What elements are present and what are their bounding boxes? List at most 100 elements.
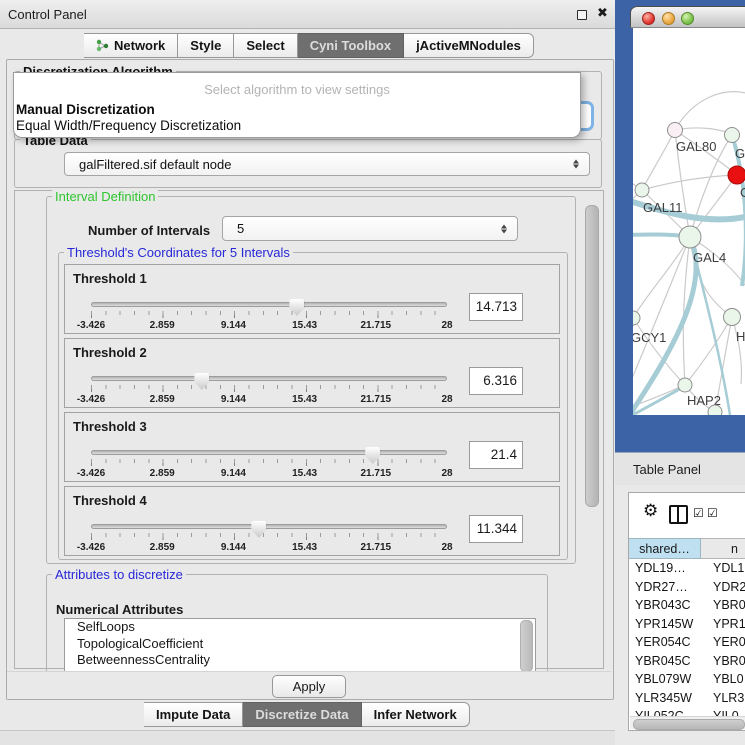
table-row[interactable]: YDR27… YDR2 bbox=[629, 578, 745, 597]
slider-track[interactable] bbox=[91, 524, 447, 529]
network-node[interactable] bbox=[708, 405, 722, 415]
cell-name: YBR0 bbox=[701, 598, 745, 612]
network-node[interactable] bbox=[728, 166, 745, 184]
top-tab[interactable]: Cyni Toolbox bbox=[298, 33, 404, 58]
scale-tick-label: -3.426 bbox=[77, 542, 105, 553]
network-node-label: GAL80 bbox=[676, 139, 716, 154]
threshold-panel: Threshold 3 -3.426 2.859 9.144 bbox=[64, 412, 560, 482]
column-header-shared-name[interactable]: shared… bbox=[629, 538, 701, 559]
table-horizontal-scrollbar[interactable] bbox=[630, 716, 745, 729]
threshold-slider[interactable]: -3.426 2.859 9.144 15.43 21.715 28 bbox=[91, 293, 447, 333]
bottom-tab[interactable]: Discretize Data bbox=[243, 702, 361, 727]
scale-tick-label: 15.43 bbox=[292, 468, 317, 479]
attribute-list-item[interactable]: TopologicalCoefficient bbox=[65, 636, 535, 653]
top-tab[interactable]: Network bbox=[84, 33, 178, 58]
network-node[interactable] bbox=[724, 309, 741, 326]
apply-button[interactable]: Apply bbox=[272, 675, 346, 698]
hscrollbar-thumb[interactable] bbox=[633, 719, 745, 730]
cell-name: YBL0 bbox=[701, 672, 744, 686]
table-row[interactable]: YBR045C YBR0 bbox=[629, 652, 745, 671]
top-tab-label: Cyni Toolbox bbox=[310, 38, 391, 53]
table-data-combobox[interactable]: galFiltered.sif default node bbox=[64, 152, 590, 176]
network-node[interactable] bbox=[725, 128, 740, 143]
scale-tick-label: 21.715 bbox=[361, 320, 392, 331]
close-window-button[interactable] bbox=[642, 12, 655, 25]
network-window-titlebar[interactable] bbox=[630, 6, 745, 28]
table-row[interactable]: YER054C YER0 bbox=[629, 633, 745, 652]
columns-icon[interactable] bbox=[669, 505, 688, 524]
slider-track[interactable] bbox=[91, 302, 447, 307]
table-row[interactable]: YPR145W YPR1 bbox=[629, 615, 745, 634]
table-row[interactable]: YDL19… YDL1 bbox=[629, 559, 745, 578]
network-node[interactable] bbox=[679, 226, 701, 248]
dropdown-option[interactable]: Equal Width/Frequency Discretization bbox=[16, 118, 576, 134]
interval-definition-title: Interval Definition bbox=[52, 189, 158, 204]
table-row[interactable]: YBR043C YBR0 bbox=[629, 596, 745, 615]
app-root: Control Panel ✖ Network bbox=[0, 0, 745, 745]
close-panel-icon[interactable]: ✖ bbox=[597, 6, 608, 21]
zoom-window-button[interactable] bbox=[681, 12, 694, 25]
minimize-window-button[interactable] bbox=[662, 12, 675, 25]
top-tab[interactable]: Select bbox=[234, 33, 297, 58]
combo-arrows-icon bbox=[501, 224, 507, 233]
scale-tick-label: 2.859 bbox=[150, 394, 175, 405]
slider-minor-ticks bbox=[91, 533, 449, 537]
network-node[interactable] bbox=[668, 123, 683, 138]
table-panel-title: Table Panel bbox=[633, 462, 701, 477]
scale-tick-label: 2.859 bbox=[150, 542, 175, 553]
cell-shared-name: YLR345W bbox=[629, 691, 701, 705]
top-tab-label: Network bbox=[114, 38, 165, 53]
column-header-name[interactable]: n bbox=[701, 538, 745, 559]
top-tab[interactable]: jActiveMNodules bbox=[404, 33, 534, 58]
table-row[interactable]: YBL079W YBL0 bbox=[629, 670, 745, 689]
numerical-attributes-label: Numerical Attributes bbox=[56, 602, 183, 617]
bottom-tab[interactable]: Infer Network bbox=[362, 702, 470, 727]
dropdown-option[interactable]: Manual Discretization bbox=[16, 102, 576, 118]
scale-tick-label: -3.426 bbox=[77, 320, 105, 331]
scale-tick-label: 9.144 bbox=[221, 394, 246, 405]
threshold-panel: Threshold 1 -3.426 2.859 9.144 bbox=[64, 264, 560, 334]
vertical-scrollbar[interactable] bbox=[585, 205, 599, 507]
network-node[interactable] bbox=[635, 183, 649, 197]
slider-track[interactable] bbox=[91, 450, 447, 455]
scale-tick-label: 2.859 bbox=[150, 468, 175, 479]
attribute-list-item[interactable]: SelfLoops bbox=[65, 619, 535, 636]
network-nodes[interactable]: GAL80GCGAL11GAL4GCY1HHAP2 bbox=[633, 123, 745, 416]
scale-tick-label: 9.144 bbox=[221, 542, 246, 553]
table-row[interactable]: YLR345W YLR3 bbox=[629, 689, 745, 708]
threshold-slider[interactable]: -3.426 2.859 9.144 15.43 21.715 28 bbox=[91, 367, 447, 407]
bottom-tab-label: Impute Data bbox=[156, 707, 230, 722]
network-node[interactable] bbox=[633, 311, 640, 325]
checkbox-icon[interactable]: ☑ bbox=[707, 506, 718, 520]
cell-shared-name: YDR27… bbox=[629, 580, 701, 594]
bottom-tab[interactable]: Impute Data bbox=[144, 702, 243, 727]
node-table: ⚙ ☑ ☑ shared… n YDL19… YDL1 YDR27… YDR2 bbox=[628, 492, 745, 731]
checkbox-icon[interactable]: ☑ bbox=[693, 506, 704, 520]
attribute-list-item[interactable]: BetweennessCentrality bbox=[65, 652, 535, 669]
network-canvas[interactable]: GAL80GCGAL11GAL4GCY1HHAP2 bbox=[633, 28, 745, 415]
table-panel-titlebar: Table Panel bbox=[615, 452, 745, 487]
status-strip bbox=[0, 730, 615, 745]
threshold-value-field[interactable]: 6.316 bbox=[469, 367, 523, 395]
threshold-slider[interactable]: -3.426 2.859 9.144 15.43 21.715 28 bbox=[91, 515, 447, 555]
threshold-value-field[interactable]: 14.713 bbox=[469, 293, 523, 321]
attributes-list-scrollbar[interactable] bbox=[520, 620, 533, 672]
slider-track[interactable] bbox=[91, 376, 447, 381]
top-tab[interactable]: Style bbox=[178, 33, 234, 58]
dropdown-hint-item[interactable]: Select algorithm to view settings bbox=[14, 82, 580, 97]
threshold-value-field[interactable]: 11.344 bbox=[469, 515, 523, 543]
thresholds-group-title: Threshold's Coordinates for 5 Intervals bbox=[64, 245, 293, 260]
threshold-value-field[interactable]: 21.4 bbox=[469, 441, 523, 469]
network-node-label: C bbox=[740, 185, 745, 200]
network-node-label: GAL11 bbox=[643, 200, 683, 215]
network-node[interactable] bbox=[678, 378, 692, 392]
number-of-intervals-combobox[interactable]: 5 bbox=[222, 216, 518, 241]
cell-shared-name: YPR145W bbox=[629, 617, 701, 631]
slider-scale: -3.426 2.859 9.144 15.43 21.715 28 bbox=[91, 394, 447, 407]
network-icon bbox=[96, 39, 109, 52]
gear-icon[interactable]: ⚙ bbox=[643, 501, 658, 521]
threshold-slider[interactable]: -3.426 2.859 9.144 15.43 21.715 28 bbox=[91, 441, 447, 481]
network-node-label: G bbox=[735, 146, 745, 161]
scale-tick-label: 21.715 bbox=[361, 468, 392, 479]
float-window-icon[interactable] bbox=[577, 10, 587, 20]
